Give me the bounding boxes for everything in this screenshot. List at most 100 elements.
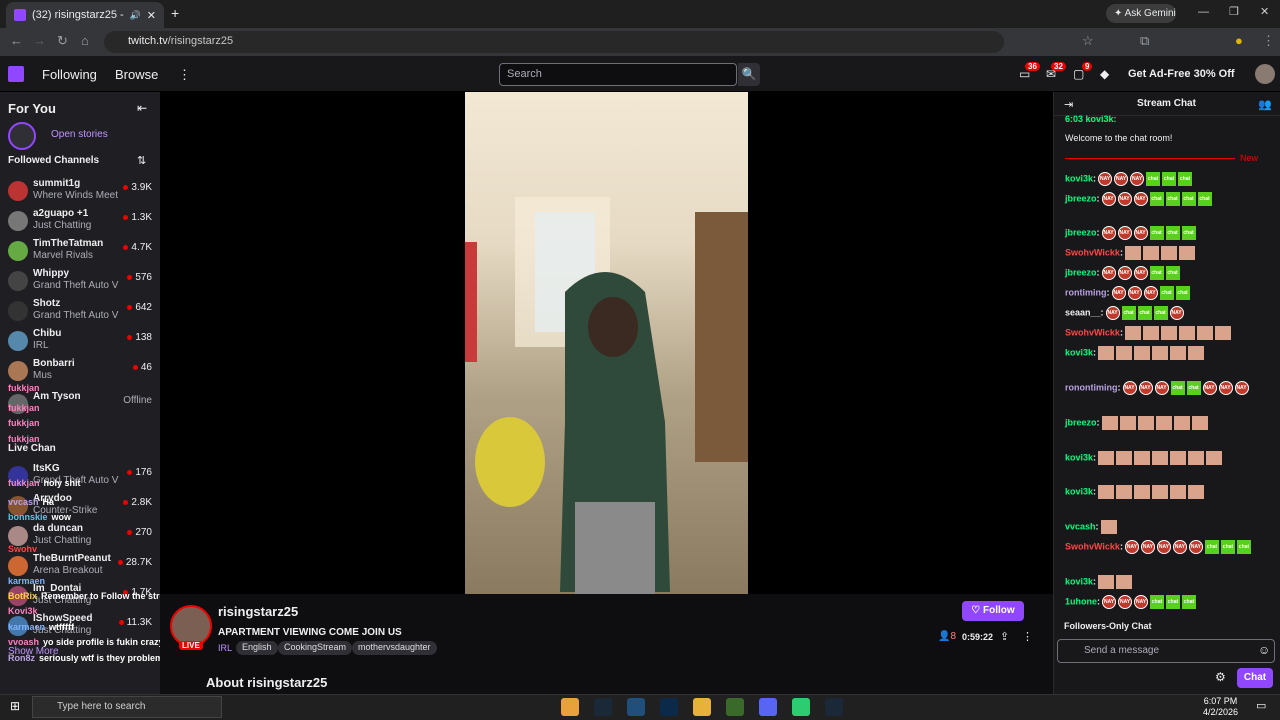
back-icon[interactable]: ← [10,33,23,48]
face-emote-icon[interactable] [1124,326,1141,340]
discord-icon[interactable] [759,698,777,716]
notifications-icon[interactable]: ▭ [1256,699,1266,712]
nay-emote-icon[interactable]: NAY [1133,192,1148,206]
face-emote-icon[interactable] [1119,416,1136,430]
chat-emote-icon[interactable]: chat [1150,595,1165,609]
file-explorer-icon[interactable] [693,698,711,716]
following-link[interactable]: Following [42,67,97,82]
face-emote-icon[interactable] [1155,416,1172,430]
bookmark-star-icon[interactable]: ☆ [1082,33,1094,49]
chat-emote-icon[interactable]: chat [1162,172,1177,186]
nay-emote-icon[interactable]: NAY [1122,381,1137,395]
chat-emote-icon[interactable]: chat [1149,192,1164,206]
nay-emote-icon[interactable]: NAY [1124,540,1139,554]
sort-icon[interactable]: ⇅ [137,154,146,167]
chat-settings-icon[interactable]: ⚙ [1215,670,1226,684]
face-emote-icon[interactable] [1188,451,1205,465]
nay-emote-icon[interactable]: NAY [1154,381,1169,395]
photoshop-icon[interactable] [660,698,678,716]
chat-emote-icon[interactable]: chat [1181,226,1196,240]
category-link[interactable]: IRL [218,643,232,653]
face-emote-icon[interactable] [1152,451,1169,465]
app-icon[interactable] [726,698,744,716]
chat-username[interactable]: kovi3k [1065,576,1093,586]
chat-send-button[interactable]: Chat [1237,668,1273,688]
face-emote-icon[interactable] [1142,246,1159,260]
face-emote-icon[interactable] [1098,346,1115,360]
chat-username[interactable]: kovi3k [1065,173,1093,183]
nay-emote-icon[interactable]: NAY [1188,540,1203,554]
chat-emote-icon[interactable]: chat [1165,192,1180,206]
nay-emote-icon[interactable]: NAY [1140,540,1155,554]
face-emote-icon[interactable] [1137,416,1154,430]
face-emote-icon[interactable] [1116,346,1133,360]
nay-emote-icon[interactable]: NAY [1101,226,1116,240]
chat-emote-icon[interactable]: chat [1220,540,1235,554]
nay-emote-icon[interactable]: NAY [1143,286,1158,300]
face-emote-icon[interactable] [1116,451,1133,465]
face-emote-icon[interactable] [1178,246,1195,260]
face-emote-icon[interactable] [1124,246,1141,260]
face-emote-icon[interactable] [1178,326,1195,340]
face-emote-icon[interactable] [1170,346,1187,360]
chat-emote-icon[interactable]: chat [1146,172,1161,186]
search-input[interactable]: Search [499,63,737,86]
face-emote-icon[interactable] [1188,485,1205,499]
chat-emote-icon[interactable]: chat [1121,306,1136,320]
sidebar-channel-3[interactable]: Whippy Grand Theft Auto V 576 [0,268,160,298]
nay-emote-icon[interactable]: NAY [1138,381,1153,395]
steam-icon[interactable] [594,698,612,716]
face-emote-icon[interactable] [1214,326,1231,340]
chat-username[interactable]: kovi3k [1065,347,1093,357]
sidebar-channel-5[interactable]: Chibu IRL 138 [0,328,160,358]
nay-emote-icon[interactable]: NAY [1130,172,1145,186]
chat-username[interactable]: vvcash [1065,521,1096,531]
follow-button[interactable]: ♡ Follow [962,601,1024,621]
chat-emote-icon[interactable]: chat [1181,192,1196,206]
open-stories-link[interactable]: Open stories [51,129,108,140]
chat-emote-icon[interactable]: chat [1137,306,1152,320]
chat-input[interactable]: Send a message [1057,639,1275,663]
chat-username[interactable]: SwohvWickk [1065,327,1120,337]
chat-emote-icon[interactable]: chat [1186,381,1201,395]
nay-emote-icon[interactable]: NAY [1127,286,1142,300]
nay-emote-icon[interactable]: NAY [1172,540,1187,554]
sidebar-channel-1[interactable]: a2guapo +1 Just Chatting 1.3K [0,208,160,238]
chat-emote-icon[interactable]: chat [1204,540,1219,554]
chat-emote-icon[interactable]: chat [1149,266,1164,280]
chat-username[interactable]: 1uhone [1065,596,1097,606]
minimize-button[interactable]: — [1198,6,1209,18]
nay-emote-icon[interactable]: NAY [1202,381,1217,395]
face-emote-icon[interactable] [1116,485,1133,499]
nay-emote-icon[interactable]: NAY [1169,306,1184,320]
nay-emote-icon[interactable]: NAY [1102,595,1117,609]
nay-emote-icon[interactable]: NAY [1114,172,1129,186]
face-emote-icon[interactable] [1100,520,1117,534]
chat-emote-icon[interactable]: chat [1153,306,1168,320]
tag-mothervsdaughter[interactable]: mothervsdaughter [352,641,437,655]
collapse-chat-icon[interactable]: ⇥ [1064,98,1073,111]
face-emote-icon[interactable] [1196,326,1213,340]
community-icon[interactable]: 👥 [1258,98,1272,111]
face-emote-icon[interactable] [1188,346,1205,360]
face-emote-icon[interactable] [1116,575,1133,589]
chat-emote-icon[interactable]: chat [1178,172,1193,186]
face-emote-icon[interactable] [1134,485,1151,499]
chat-username[interactable]: ronontiming [1065,382,1118,392]
address-bar[interactable]: twitch.tv/risingstarz25 [104,31,1004,53]
face-emote-icon[interactable] [1191,416,1208,430]
more-options-icon[interactable]: ⋮ [1022,630,1033,643]
nay-emote-icon[interactable]: NAY [1098,172,1113,186]
windows-start-icon[interactable]: ⊞ [10,699,20,713]
collapse-sidebar-icon[interactable]: ⇤ [137,101,147,115]
face-emote-icon[interactable] [1206,451,1223,465]
extensions-icon[interactable]: ⧉ [1140,33,1149,49]
chat-emote-icon[interactable]: chat [1170,381,1185,395]
forward-icon[interactable]: → [33,33,46,48]
nay-emote-icon[interactable]: NAY [1101,192,1116,206]
chat-emote-icon[interactable]: chat [1175,286,1190,300]
app-green-icon[interactable] [792,698,810,716]
chat-username[interactable]: jbreezo [1065,227,1097,237]
window-close-button[interactable]: ✕ [1260,5,1269,18]
reload-icon[interactable]: ↻ [57,33,68,49]
